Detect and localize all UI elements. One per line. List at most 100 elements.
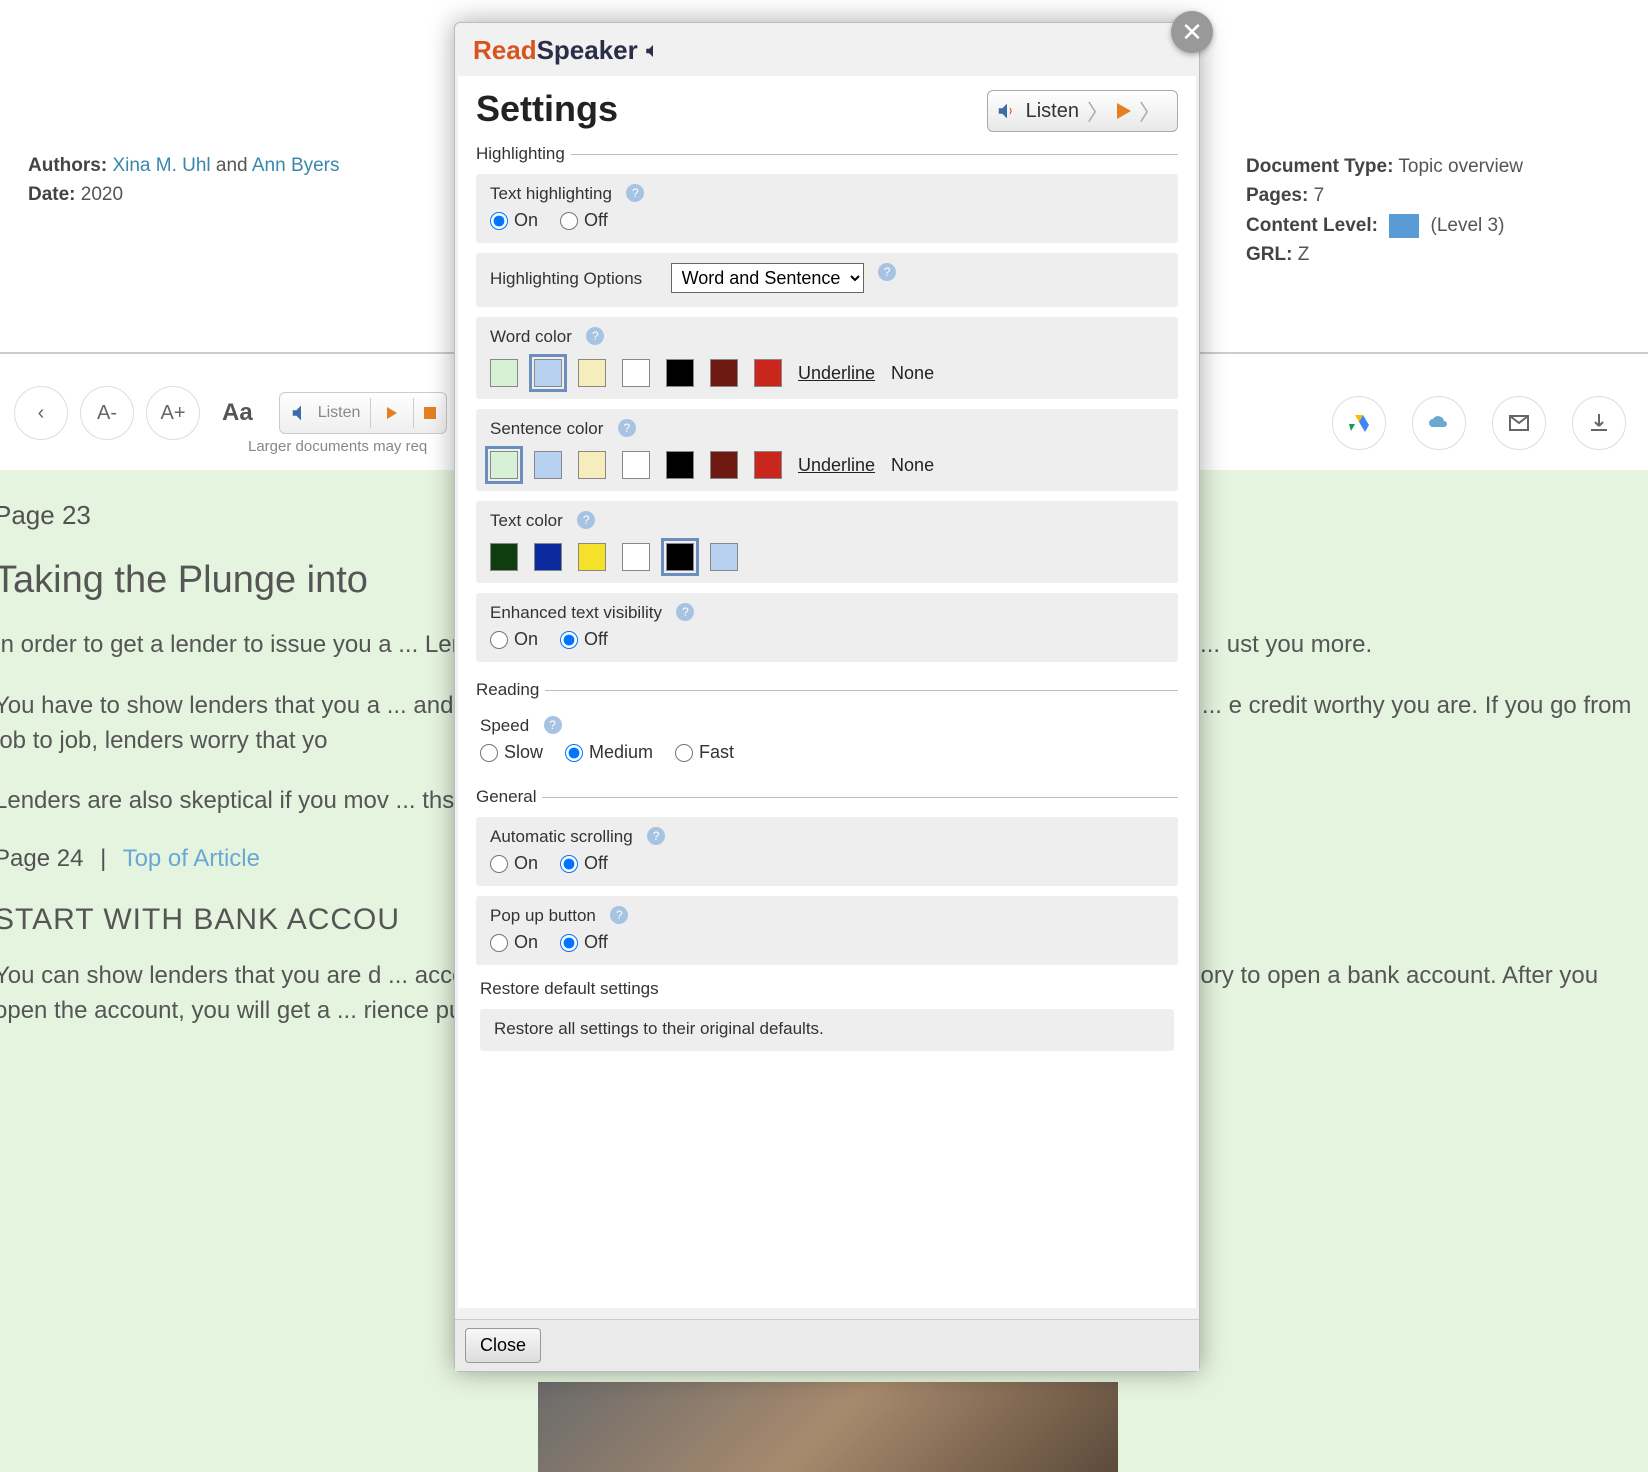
speed-medium-radio[interactable] <box>565 744 583 762</box>
reading-fieldset: Reading Speed ? Slow Medium Fast <box>476 680 1178 779</box>
font-larger-button[interactable]: A+ <box>146 386 200 440</box>
color-swatch[interactable] <box>578 451 606 479</box>
download-icon[interactable] <box>1572 396 1626 450</box>
level-badge-icon <box>1389 214 1419 238</box>
onedrive-icon[interactable] <box>1412 396 1466 450</box>
color-swatch[interactable] <box>534 543 562 571</box>
author-1[interactable]: Xina M. Uhl <box>112 155 210 176</box>
enhanced-label: Enhanced text visibility <box>490 603 662 623</box>
underline-option[interactable]: Underline <box>798 455 875 476</box>
top-of-article-link[interactable]: Top of Article <box>123 845 260 872</box>
readspeaker-brand: ReadSpeaker <box>455 23 1199 74</box>
color-swatch[interactable] <box>578 543 606 571</box>
speed-slow-radio[interactable] <box>480 744 498 762</box>
color-swatch[interactable] <box>490 359 518 387</box>
color-swatch[interactable] <box>534 451 562 479</box>
th-on-radio[interactable] <box>490 212 508 230</box>
authors-label: Authors: <box>28 155 107 176</box>
help-icon[interactable]: ? <box>626 184 644 202</box>
listen-pill[interactable]: Listen <box>279 392 448 434</box>
grl-label: GRL: <box>1246 244 1292 265</box>
help-icon[interactable]: ? <box>878 263 896 281</box>
highlighting-options-select[interactable]: Word and Sentence <box>671 263 864 293</box>
color-swatch[interactable] <box>710 359 738 387</box>
color-swatch[interactable] <box>490 543 518 571</box>
color-swatch[interactable] <box>490 451 518 479</box>
help-icon[interactable]: ? <box>647 827 665 845</box>
underline-option[interactable]: Underline <box>798 363 875 384</box>
color-swatch[interactable] <box>710 543 738 571</box>
listen-button[interactable]: Listen 〉 〉 <box>987 90 1178 132</box>
speed-fast-radio[interactable] <box>675 744 693 762</box>
color-swatch[interactable] <box>622 451 650 479</box>
color-swatch[interactable] <box>754 359 782 387</box>
speed-slow-option[interactable]: Slow <box>480 742 543 763</box>
content-level-value: (Level 3) <box>1431 215 1505 236</box>
text-color-block: Text color ? <box>476 501 1178 583</box>
ev-on-option[interactable]: On <box>490 629 538 650</box>
help-icon[interactable]: ? <box>618 419 636 437</box>
color-swatch[interactable] <box>754 451 782 479</box>
as-on-radio[interactable] <box>490 855 508 873</box>
speed-medium-option[interactable]: Medium <box>565 742 653 763</box>
font-smaller-button[interactable]: A- <box>80 386 134 440</box>
auto-scroll-block: Automatic scrolling ? On Off <box>476 817 1178 886</box>
prev-button[interactable]: ‹ <box>14 386 68 440</box>
word-color-label: Word color <box>490 327 572 347</box>
speed-fast-option[interactable]: Fast <box>675 742 734 763</box>
help-icon[interactable]: ? <box>577 511 595 529</box>
none-option[interactable]: None <box>891 455 934 476</box>
as-off-radio[interactable] <box>560 855 578 873</box>
font-style-button[interactable]: Aa <box>222 399 253 427</box>
th-on-option[interactable]: On <box>490 210 538 231</box>
settings-modal: ✕ ReadSpeaker Listen 〉 〉 Settings Highli… <box>454 22 1200 1372</box>
chevron-right-icon: 〉 <box>1139 95 1161 127</box>
as-off-option[interactable]: Off <box>560 853 608 874</box>
color-swatch[interactable] <box>578 359 606 387</box>
stop-icon[interactable] <box>424 407 436 419</box>
color-swatch[interactable] <box>622 359 650 387</box>
th-off-radio[interactable] <box>560 212 578 230</box>
play-icon[interactable] <box>387 407 397 419</box>
color-swatch[interactable] <box>622 543 650 571</box>
close-icon[interactable]: ✕ <box>1171 11 1213 53</box>
general-fieldset: General Automatic scrolling ? On Off Pop… <box>476 787 1178 1061</box>
color-swatch[interactable] <box>666 543 694 571</box>
ev-off-radio[interactable] <box>560 631 578 649</box>
help-icon[interactable]: ? <box>676 603 694 621</box>
brand-read: Read <box>473 35 537 66</box>
sentence-color-label: Sentence color <box>490 419 603 439</box>
pu-off-radio[interactable] <box>560 934 578 952</box>
close-button[interactable]: Close <box>465 1328 541 1363</box>
help-icon[interactable]: ? <box>544 716 562 734</box>
play-icon[interactable] <box>1117 103 1131 119</box>
auto-scroll-label: Automatic scrolling <box>490 827 633 847</box>
popup-label: Pop up button <box>490 906 596 926</box>
none-option[interactable]: None <box>891 363 934 384</box>
th-off-option[interactable]: Off <box>560 210 608 231</box>
highlighting-options-block: Highlighting Options Word and Sentence ? <box>476 253 1178 307</box>
color-swatch[interactable] <box>710 451 738 479</box>
text-highlighting-block: Text highlighting ? On Off <box>476 174 1178 243</box>
highlighting-fieldset: Highlighting Text highlighting ? On Off … <box>476 144 1178 672</box>
as-on-option[interactable]: On <box>490 853 538 874</box>
color-swatch[interactable] <box>666 451 694 479</box>
meta-right: Document Type: Topic overview Pages: 7 C… <box>1246 152 1523 270</box>
ev-on-radio[interactable] <box>490 631 508 649</box>
help-icon[interactable]: ? <box>586 327 604 345</box>
color-swatch[interactable] <box>666 359 694 387</box>
speed-label: Speed <box>480 716 529 736</box>
grl-value: Z <box>1298 244 1310 265</box>
pu-on-option[interactable]: On <box>490 932 538 953</box>
color-swatch[interactable] <box>534 359 562 387</box>
sentence-color-block: Sentence color ? Underline None <box>476 409 1178 491</box>
reading-legend: Reading <box>476 680 545 700</box>
pu-on-radio[interactable] <box>490 934 508 952</box>
google-drive-icon[interactable] <box>1332 396 1386 450</box>
date-value: 2020 <box>81 184 123 205</box>
help-icon[interactable]: ? <box>610 906 628 924</box>
pu-off-option[interactable]: Off <box>560 932 608 953</box>
email-icon[interactable] <box>1492 396 1546 450</box>
author-2[interactable]: Ann Byers <box>252 155 340 176</box>
ev-off-option[interactable]: Off <box>560 629 608 650</box>
